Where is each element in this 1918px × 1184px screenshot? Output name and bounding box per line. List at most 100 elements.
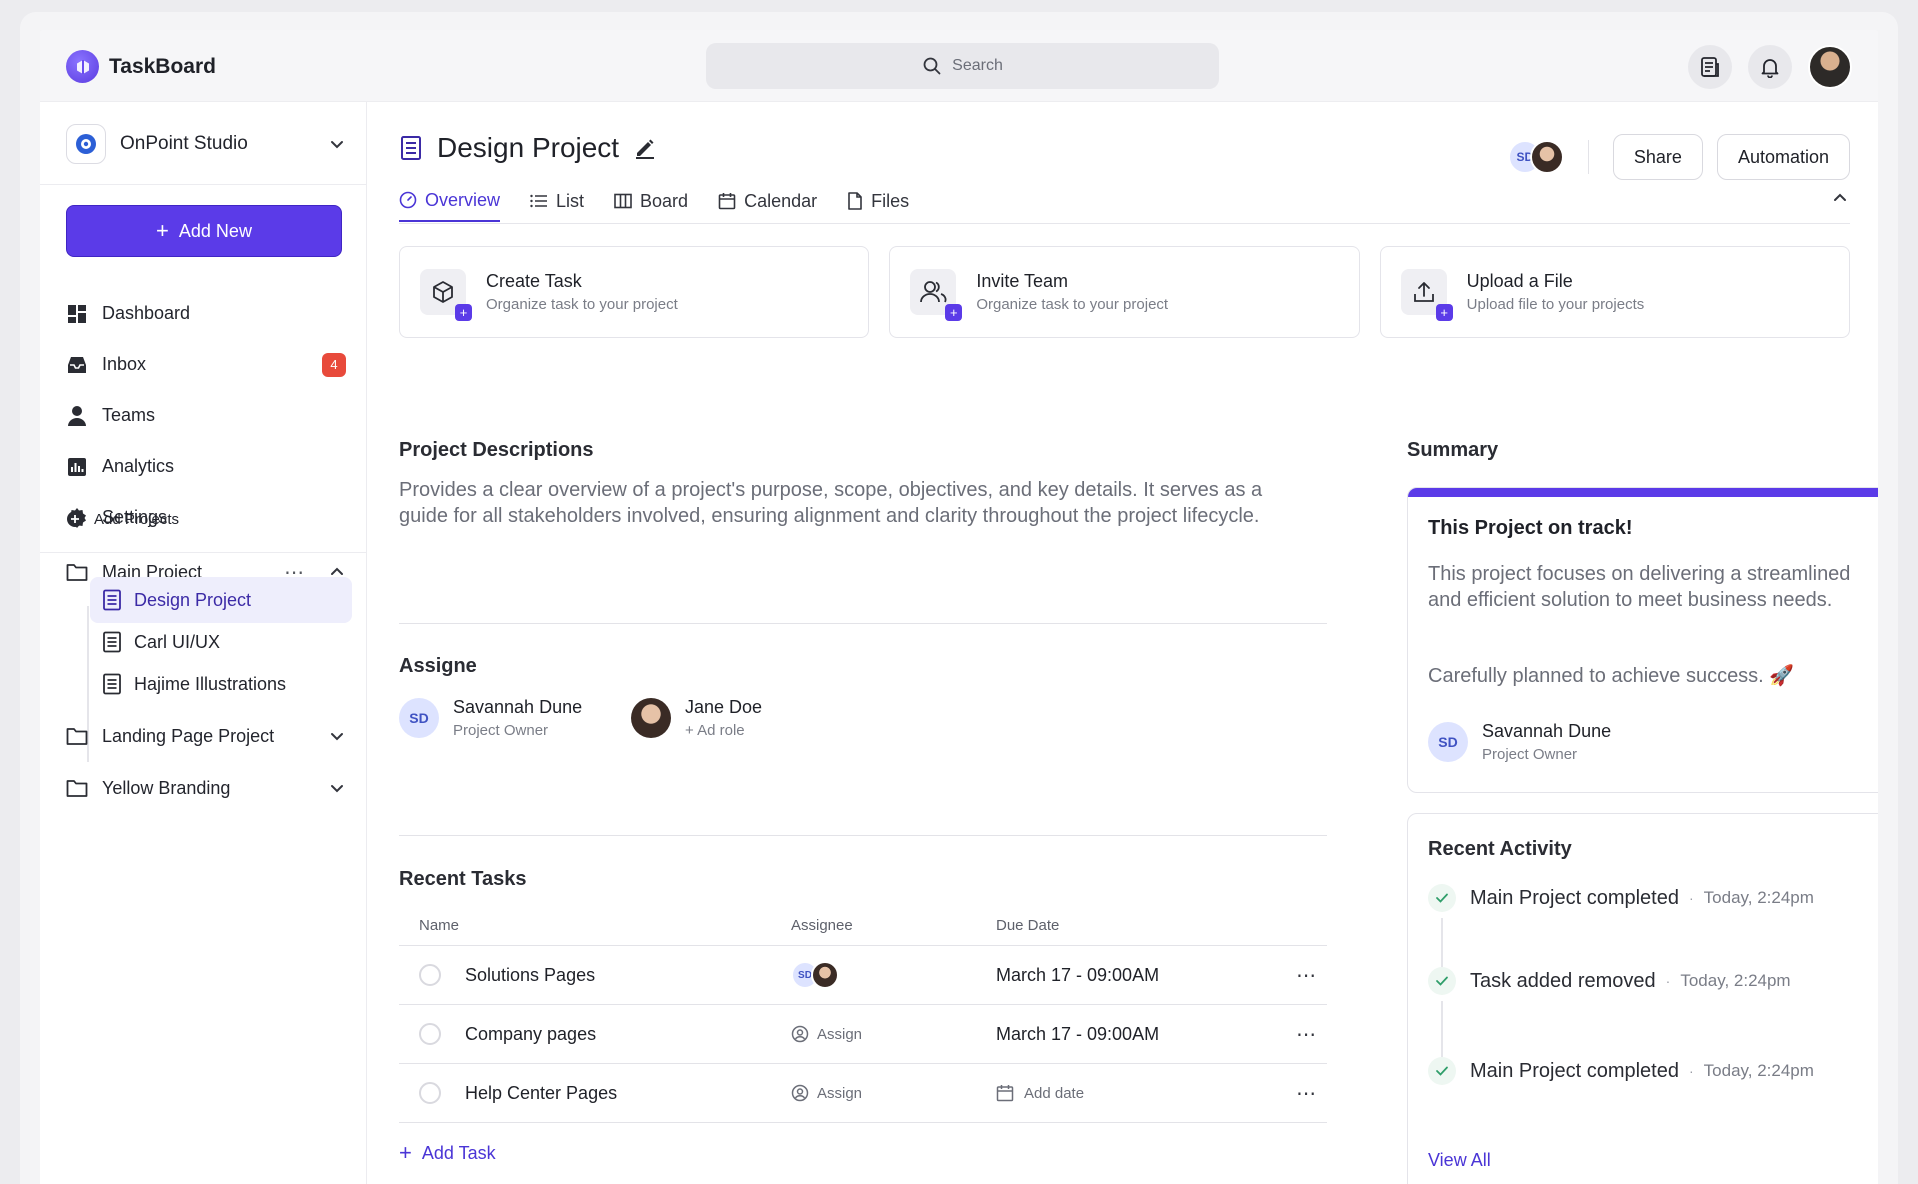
task-checkbox[interactable] [419,1082,441,1104]
row-more-button[interactable]: ⋯ [1286,963,1327,988]
member-avatars[interactable]: SD [1507,140,1564,174]
view-all-link[interactable]: View All [1428,1150,1491,1171]
table-row[interactable]: Solutions Pages SD March 17 - 09:00AM ⋯ [399,946,1327,1005]
sidebar-item-dashboard[interactable]: Dashboard [66,288,346,339]
project-yellow-branding[interactable]: Yellow Branding [66,768,346,808]
task-due-date[interactable]: March 17 - 09:00AM [996,1024,1286,1045]
sidebar-item-teams[interactable]: Teams [66,390,346,441]
section-divider [399,835,1327,836]
sidebar-item-inbox[interactable]: Inbox 4 [66,339,346,390]
user-avatar[interactable] [1808,45,1852,89]
cube-icon: + [420,269,472,321]
tab-label: Files [871,190,910,211]
add-task-button[interactable]: + Add Task [399,1142,496,1164]
check-icon [1428,1057,1456,1085]
assignee-role: Project Owner [453,722,549,739]
tab-files[interactable]: Files [847,180,909,222]
column-assignee: Assignee [791,917,853,934]
tab-overview[interactable]: Overview [399,180,501,222]
project-label: Yellow Branding [102,777,231,798]
inbox-count-badge: 4 [322,352,346,377]
automation-button[interactable]: Automation [1716,134,1850,180]
edit-icon[interactable] [633,136,657,160]
add-role-link[interactable]: + Ad role [685,722,762,739]
sub-project-hajime[interactable]: Hajime Illustrations [90,661,352,707]
add-date-button[interactable]: Add date [996,1084,1286,1102]
assign-button[interactable]: Assign [791,1084,996,1102]
sidebar: OnPoint Studio + Add New Dashboard Inbox… [40,102,367,1184]
table-row[interactable]: Company pages Assign March 17 - 09:00AM … [399,1005,1327,1064]
create-task-card[interactable]: + Create Task Organize task to your proj… [399,246,870,338]
user-icon [66,405,88,427]
project-landing-page[interactable]: Landing Page Project [66,716,346,756]
search-placeholder: Search [952,57,1003,74]
tasks-table: Name Assignee Due Date Solutions Pages S… [399,906,1327,1123]
document-icon [103,673,121,695]
task-name: Solutions Pages [465,964,596,985]
plus-icon: + [945,304,963,321]
timeline-line [1441,1001,1443,1057]
card-subtitle: Upload file to your projects [1466,296,1645,313]
tab-label: Overview [425,189,501,210]
sidebar-item-analytics[interactable]: Analytics [66,441,346,492]
activity-heading: Recent Activity [1428,838,1572,860]
app-logo[interactable]: TaskBoard [66,50,216,83]
row-more-button[interactable]: ⋯ [1286,1022,1327,1047]
summary-owner[interactable]: SD Savannah Dune Project Owner [1428,721,1611,763]
task-due-date[interactable]: March 17 - 09:00AM [996,965,1286,986]
notes-button[interactable] [1688,45,1732,89]
board-icon [614,193,632,209]
assignee-savannah[interactable]: SD Savannah Dune Project Owner [399,697,582,739]
chevron-up-icon[interactable] [1830,188,1850,208]
separator-dot: · [1688,1063,1694,1079]
plus-icon: + [455,304,472,321]
sub-project-design[interactable]: Design Project [90,577,352,623]
invite-team-card[interactable]: + Invite Team Organize task to your proj… [889,246,1360,338]
folder-icon [66,780,88,797]
tab-list[interactable]: List [530,180,584,222]
folder-icon [66,564,88,581]
task-checkbox[interactable] [419,964,441,986]
add-new-label: Add New [178,220,252,241]
owner-name: Savannah Dune [1482,721,1612,741]
top-bar: TaskBoard Search [40,30,1878,102]
share-button[interactable]: Share [1612,134,1703,180]
card-subtitle: Organize task to your project [486,296,678,313]
add-projects-button[interactable]: Add Projects [66,510,179,528]
chevron-down-icon[interactable] [328,727,346,745]
dashboard-icon [66,303,88,325]
separator-dot: · [1688,890,1694,906]
assign-label: Assign [817,1025,863,1043]
assignee-jane[interactable]: Jane Doe + Ad role [631,697,762,739]
tab-calendar[interactable]: Calendar [718,180,817,222]
card-title: Invite Team [976,271,1069,291]
search-bar[interactable]: Search [706,43,1219,89]
document-icon [103,631,121,653]
task-assignees[interactable]: SD [791,961,996,989]
recent-tasks-heading: Recent Tasks [399,868,527,890]
assignee-name: Jane Doe [685,697,763,717]
list-icon [530,194,548,208]
notifications-button[interactable] [1748,45,1792,89]
project-tabs: Overview List Board Calendar Files [399,180,1850,224]
assign-button[interactable]: Assign [791,1025,996,1043]
search-icon [923,57,941,75]
add-date-label: Add date [1024,1084,1085,1102]
sub-project-carl[interactable]: Carl UI/UX [90,619,352,665]
table-row[interactable]: Help Center Pages Assign Add date ⋯ [399,1064,1327,1123]
description-text: Provides a clear overview of a project's… [399,479,1263,527]
summary-heading: Summary [1407,439,1499,461]
add-new-button[interactable]: + Add New [66,205,342,257]
row-more-button[interactable]: ⋯ [1286,1081,1327,1106]
task-checkbox[interactable] [419,1023,441,1045]
workspace-switcher[interactable]: OnPoint Studio [66,122,346,166]
description-heading: Project Descriptions [399,439,594,461]
upload-file-card[interactable]: + Upload a File Upload file to your proj… [1379,246,1850,338]
tab-board[interactable]: Board [614,180,688,222]
sub-project-label: Hajime Illustrations [134,673,287,694]
column-due-date: Due Date [996,917,1060,934]
timeline-line [1441,918,1443,968]
chevron-down-icon[interactable] [328,779,346,797]
plus-icon: + [399,1140,412,1165]
sub-project-label: Design Project [134,589,252,610]
